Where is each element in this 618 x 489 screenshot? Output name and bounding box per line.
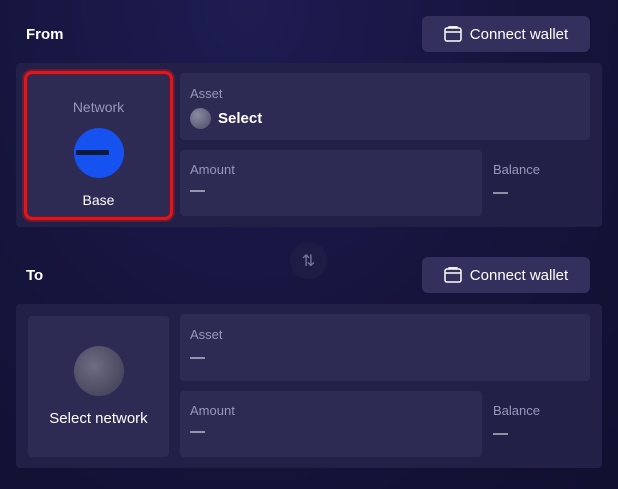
bridge-page: From Connect wallet Network Base Asset S… xyxy=(0,0,618,489)
from-balance-label: Balance xyxy=(493,162,540,177)
from-asset-label: Asset xyxy=(190,86,223,101)
from-connect-wallet-label: Connect wallet xyxy=(469,25,569,43)
from-network-selector[interactable]: Network Base xyxy=(24,71,173,220)
from-asset-value: Select xyxy=(218,110,263,127)
from-section-title: From xyxy=(26,26,64,43)
asset-placeholder-icon xyxy=(190,108,211,129)
to-connect-wallet-button[interactable]: Connect wallet xyxy=(422,257,590,293)
from-amount-field[interactable]: Amount — xyxy=(180,150,482,216)
to-asset-value: — xyxy=(190,349,205,366)
from-amount-value: — xyxy=(190,182,205,199)
from-connect-wallet-button[interactable]: Connect wallet xyxy=(422,16,590,52)
from-balance-value: — xyxy=(493,184,508,201)
to-amount-label: Amount xyxy=(190,403,235,418)
from-panel: Network Base Asset Select Amount — Balan… xyxy=(16,63,602,227)
to-balance: Balance — xyxy=(493,403,583,453)
from-network-label: Network xyxy=(72,99,125,115)
to-network-value: Select network xyxy=(49,410,148,427)
from-asset-field[interactable]: Asset Select xyxy=(180,73,590,140)
from-asset-select[interactable]: Select xyxy=(190,108,262,129)
wallet-icon xyxy=(444,26,462,42)
to-balance-value: — xyxy=(493,425,508,442)
from-balance: Balance — xyxy=(493,162,583,212)
swap-vertical-arrows-icon: ⇅ xyxy=(301,252,316,270)
from-network-name: Base xyxy=(82,192,115,208)
wallet-icon xyxy=(444,267,462,283)
to-connect-wallet-label: Connect wallet xyxy=(469,266,569,284)
base-network-icon xyxy=(73,128,124,178)
to-panel: Select network Asset — Amount — Balance … xyxy=(16,304,602,468)
to-asset-field[interactable]: Asset — xyxy=(180,314,590,381)
to-section-title: To xyxy=(26,267,44,284)
swap-direction-button[interactable]: ⇅ xyxy=(290,242,327,279)
to-amount-value: — xyxy=(190,423,205,440)
to-balance-label: Balance xyxy=(493,403,540,418)
to-amount-field[interactable]: Amount — xyxy=(180,391,482,457)
to-asset-label: Asset xyxy=(190,327,223,342)
from-amount-label: Amount xyxy=(190,162,235,177)
to-network-selector[interactable]: Select network xyxy=(28,316,169,457)
network-placeholder-icon xyxy=(73,346,124,396)
